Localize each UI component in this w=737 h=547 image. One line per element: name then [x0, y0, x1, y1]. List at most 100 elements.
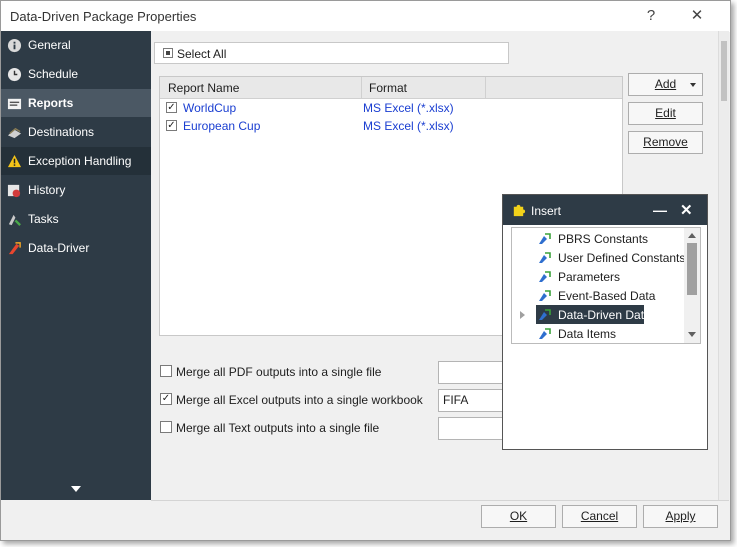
- row-checkbox[interactable]: ✓: [166, 102, 177, 113]
- constants-icon: [539, 252, 551, 263]
- sidebar-item-label: Destinations: [28, 125, 95, 139]
- remove-button[interactable]: Remove: [628, 131, 703, 154]
- sidebar-item-schedule[interactable]: Schedule: [1, 60, 151, 88]
- sidebar-item-label: Reports: [28, 96, 74, 110]
- column-divider[interactable]: [361, 77, 362, 99]
- sidebar-item-general[interactable]: General: [1, 31, 151, 59]
- select-all-label: Select All: [177, 47, 227, 61]
- table-row[interactable]: ✓ WorldCup MS Excel (*.xlsx): [160, 99, 622, 117]
- reports-icon: [7, 98, 22, 109]
- tasks-icon: [8, 214, 21, 226]
- ok-button-label: OK: [509, 509, 528, 523]
- warning-icon: [7, 154, 22, 167]
- column-divider[interactable]: [485, 77, 486, 99]
- sidebar-item-label: Schedule: [28, 67, 79, 81]
- tree-item-label: PBRS Constants: [558, 232, 649, 246]
- merge-text-label: Merge all Text outputs into a single fil…: [176, 421, 380, 435]
- merge-text-checkbox[interactable]: [160, 421, 172, 433]
- sidebar-item-label: History: [28, 183, 66, 197]
- edit-button-label: Edit: [655, 106, 676, 120]
- select-all-checkbox[interactable]: [163, 48, 173, 58]
- close-button[interactable]: ✕: [683, 5, 711, 27]
- cancel-button[interactable]: Cancel: [562, 505, 637, 528]
- sidebar-item-destinations[interactable]: Destinations: [1, 118, 151, 146]
- clock-icon: [7, 67, 22, 81]
- sidebar-item-label: General: [28, 38, 71, 52]
- insert-popup-titlebar[interactable]: Insert — ✕: [503, 195, 707, 225]
- sidebar-item-exception-handling[interactable]: Exception Handling: [1, 147, 151, 175]
- apply-button-label: Apply: [665, 509, 696, 523]
- destinations-icon: [7, 127, 22, 138]
- select-all-bar: Select All: [154, 42, 509, 64]
- scrollbar-thumb[interactable]: [721, 41, 727, 101]
- constants-icon: [539, 290, 551, 301]
- constants-icon: [539, 328, 551, 339]
- cancel-button-label: Cancel: [580, 509, 619, 523]
- tree-item-label: Data-Driven Data: [558, 308, 651, 322]
- constants-icon: [539, 271, 551, 282]
- table-row[interactable]: ✓ European Cup MS Excel (*.xlsx): [160, 117, 622, 135]
- help-button[interactable]: ?: [637, 5, 665, 27]
- sidebar-item-history[interactable]: History: [1, 176, 151, 204]
- report-name-cell: European Cup: [183, 119, 261, 133]
- tree-item-parameters[interactable]: Parameters: [512, 267, 684, 286]
- window-title: Data-Driven Package Properties: [10, 9, 197, 24]
- apply-button[interactable]: Apply: [643, 505, 718, 528]
- merge-text-filename-field[interactable]: [438, 417, 508, 440]
- merge-pdf-checkbox[interactable]: [160, 365, 172, 377]
- constants-icon: [539, 309, 551, 320]
- merge-excel-filename-field[interactable]: FIFA: [438, 389, 508, 412]
- tree-item-label: Event-Based Data: [558, 289, 656, 303]
- insert-tree: PBRS Constants User Defined Constants Pa…: [511, 227, 701, 344]
- merge-pdf-filename-field[interactable]: [438, 361, 508, 384]
- title-bar: Data-Driven Package Properties ? ✕: [1, 1, 730, 32]
- reports-list-header: Report Name Format: [160, 77, 622, 99]
- column-header-format[interactable]: Format: [369, 81, 407, 95]
- insert-popup-title: Insert: [531, 204, 562, 218]
- remove-button-label: Remove: [643, 135, 688, 149]
- history-icon: [7, 184, 21, 197]
- ok-button[interactable]: OK: [481, 505, 556, 528]
- sidebar-item-label: Exception Handling: [28, 154, 132, 168]
- tree-item-data-driven-data[interactable]: Data-Driven Data: [512, 305, 684, 324]
- constants-icon: [539, 233, 551, 244]
- scrollbar-thumb[interactable]: [687, 243, 697, 295]
- sidebar: General Schedule Reports Destinations Ex…: [1, 31, 151, 500]
- insert-popup: Insert — ✕ PBRS Constants User Defined C…: [502, 194, 708, 450]
- report-format-cell: MS Excel (*.xlsx): [363, 101, 454, 115]
- sidebar-item-reports[interactable]: Reports: [1, 89, 151, 117]
- report-name-cell: WorldCup: [183, 101, 237, 115]
- column-header-report-name[interactable]: Report Name: [168, 81, 239, 95]
- merge-pdf-label: Merge all PDF outputs into a single file: [176, 365, 382, 379]
- sidebar-item-tasks[interactable]: Tasks: [1, 205, 151, 233]
- merge-excel-label: Merge all Excel outputs into a single wo…: [176, 393, 423, 407]
- tree-item-pbrs-constants[interactable]: PBRS Constants: [512, 229, 684, 248]
- scroll-down-icon[interactable]: [688, 332, 696, 337]
- row-checkbox[interactable]: ✓: [166, 120, 177, 131]
- chevron-down-icon: [690, 83, 696, 87]
- scroll-up-icon[interactable]: [688, 233, 696, 238]
- sidebar-item-label: Data-Driver: [28, 241, 90, 255]
- add-button-label: Add: [654, 77, 677, 91]
- close-button[interactable]: ✕: [680, 201, 693, 219]
- tree-item-label: Data Items: [558, 327, 617, 341]
- add-button[interactable]: Add: [628, 73, 703, 96]
- sidebar-item-data-driver[interactable]: Data-Driver: [1, 234, 151, 262]
- tree-scrollbar[interactable]: [684, 228, 700, 343]
- tree-item-event-based-data[interactable]: Event-Based Data: [512, 286, 684, 305]
- puzzle-icon: [513, 204, 526, 217]
- expand-arrow-icon[interactable]: [520, 311, 525, 319]
- minimize-button[interactable]: —: [653, 202, 667, 218]
- info-icon: [7, 38, 22, 52]
- main-scrollbar[interactable]: [718, 31, 729, 500]
- tree-item-data-items[interactable]: Data Items: [512, 324, 684, 343]
- tree-item-user-defined-constants[interactable]: User Defined Constants: [512, 248, 686, 267]
- data-driver-icon: [8, 241, 21, 254]
- sidebar-item-label: Tasks: [28, 212, 59, 226]
- sidebar-scroll-down-icon[interactable]: [71, 486, 81, 492]
- tree-item-label: Parameters: [558, 270, 621, 284]
- report-format-cell: MS Excel (*.xlsx): [363, 119, 454, 133]
- edit-button[interactable]: Edit: [628, 102, 703, 125]
- merge-excel-checkbox[interactable]: ✓: [160, 393, 172, 405]
- tree-item-label: User Defined Constants: [558, 251, 686, 265]
